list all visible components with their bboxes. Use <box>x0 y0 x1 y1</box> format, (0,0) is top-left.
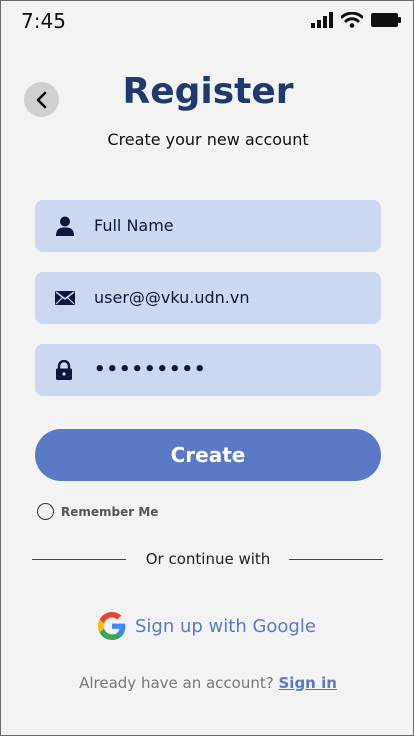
signin-link[interactable]: Sign in <box>279 674 337 692</box>
signal-icon <box>311 12 333 28</box>
page-subtitle: Create your new account <box>107 130 309 149</box>
user-icon <box>55 200 75 252</box>
remember-me-radio[interactable] <box>37 503 54 520</box>
email-field[interactable]: user@@vku.udn.vn <box>35 272 381 324</box>
register-screen: 7:45 Register Create your new account Fu… <box>0 0 414 736</box>
status-time: 7:45 <box>21 9 66 33</box>
full-name-field[interactable]: Full Name <box>35 200 381 252</box>
google-signup-button[interactable]: Sign up with Google <box>98 611 316 641</box>
password-field[interactable]: ••••••••• <box>35 344 381 396</box>
battery-icon <box>371 13 401 27</box>
mail-icon <box>55 272 75 324</box>
google-signup-label: Sign up with Google <box>135 615 316 637</box>
status-bar: 7:45 <box>1 1 413 41</box>
full-name-value: Full Name <box>94 216 174 235</box>
password-value: ••••••••• <box>94 359 207 380</box>
signin-row: Already have an account? Sign in <box>1 674 413 692</box>
status-icons <box>311 12 401 28</box>
remember-me-label: Remember Me <box>61 504 159 519</box>
create-button[interactable]: Create <box>35 429 381 481</box>
lock-icon <box>55 344 73 396</box>
divider-line-right <box>289 559 383 560</box>
signin-prompt: Already have an account? <box>79 674 274 692</box>
remember-me-toggle[interactable]: Remember Me <box>37 503 158 520</box>
page-title: Register <box>122 71 294 112</box>
email-value: user@@vku.udn.vn <box>94 288 250 307</box>
wifi-icon <box>341 12 363 28</box>
google-logo-icon <box>98 612 126 640</box>
